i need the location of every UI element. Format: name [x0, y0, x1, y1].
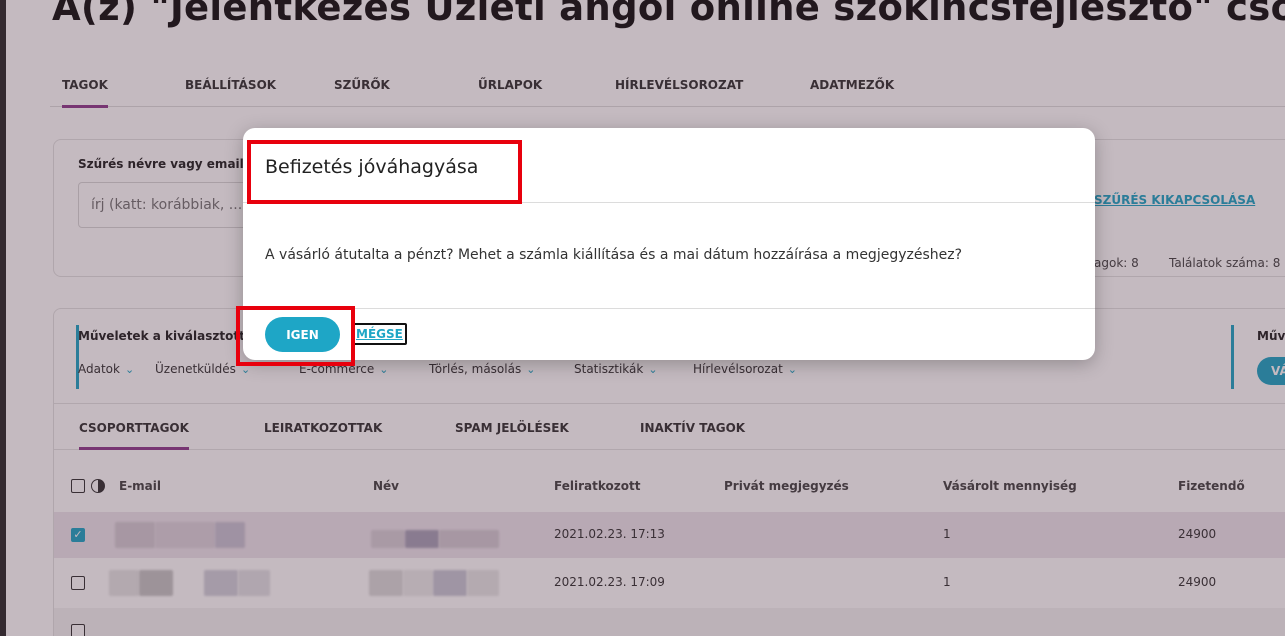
dialog-message: A vásárló átutalta a pénzt? Mehet a szám…	[265, 247, 963, 263]
divider	[243, 308, 1095, 309]
confirm-button[interactable]: IGEN	[265, 317, 340, 352]
payment-confirmation-dialog: Befizetés jóváhagyása A vásárló átutalta…	[243, 128, 1095, 360]
page: A(z) "Jelentkezés Üzleti angol online sz…	[0, 0, 1285, 636]
divider	[243, 202, 1095, 203]
dialog-title: Befizetés jóváhagyása	[265, 156, 479, 178]
cancel-button[interactable]: MÉGSE	[352, 323, 407, 345]
